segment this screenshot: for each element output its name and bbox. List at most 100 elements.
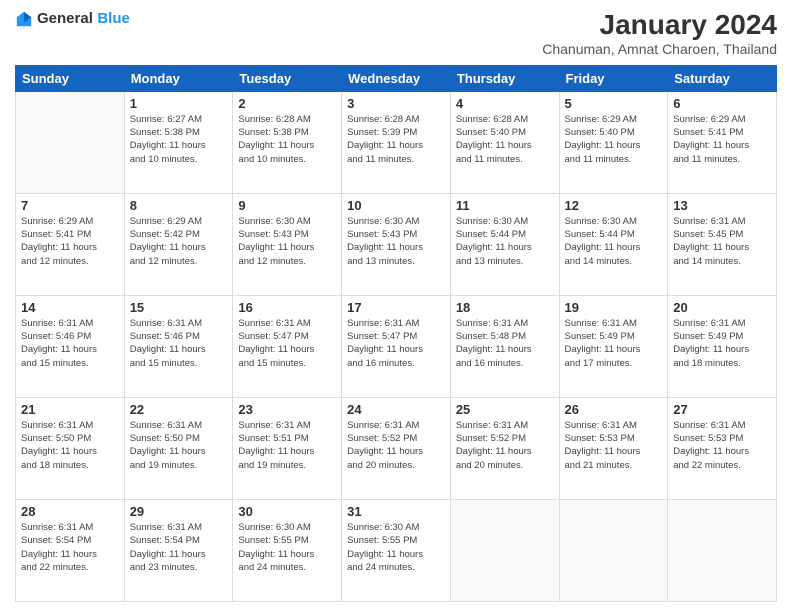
day-info: Sunrise: 6:30 AMSunset: 5:55 PMDaylight:… bbox=[238, 521, 336, 574]
day-number: 14 bbox=[21, 300, 119, 315]
calendar-cell: 5 Sunrise: 6:29 AMSunset: 5:40 PMDaylight… bbox=[559, 91, 668, 193]
calendar-cell: 1Sunrise: 6:27 AMSunset: 5:38 PMDaylight… bbox=[124, 91, 233, 193]
day-number: 17 bbox=[347, 300, 445, 315]
day-number: 16 bbox=[238, 300, 336, 315]
header-sunday: Sunday bbox=[16, 65, 125, 91]
day-number: 1 bbox=[130, 96, 228, 111]
header: General Blue January 2024 Chanuman, Amna… bbox=[15, 10, 777, 57]
logo-general: General bbox=[37, 10, 93, 27]
calendar-week-row-3: 14 Sunrise: 6:31 AMSunset: 5:46 PMDayligh… bbox=[16, 295, 777, 397]
calendar-cell: 12 Sunrise: 6:30 AMSunset: 5:44 PMDayligh… bbox=[559, 193, 668, 295]
calendar-cell: 4 Sunrise: 6:28 AMSunset: 5:40 PMDaylight… bbox=[450, 91, 559, 193]
title-area: January 2024 Chanuman, Amnat Charoen, Th… bbox=[542, 10, 777, 57]
day-info: Sunrise: 6:31 AMSunset: 5:47 PMDaylight:… bbox=[238, 317, 336, 370]
calendar-cell bbox=[668, 499, 777, 601]
calendar-cell: 23Sunrise: 6:31 AMSunset: 5:51 PMDayligh… bbox=[233, 397, 342, 499]
day-number: 18 bbox=[456, 300, 554, 315]
logo-icon bbox=[15, 10, 33, 28]
calendar-cell: 30 Sunrise: 6:30 AMSunset: 5:55 PMDayligh… bbox=[233, 499, 342, 601]
day-number: 13 bbox=[673, 198, 771, 213]
day-info: Sunrise: 6:30 AMSunset: 5:43 PMDaylight:… bbox=[347, 215, 445, 268]
calendar-table: Sunday Monday Tuesday Wednesday Thursday… bbox=[15, 65, 777, 602]
day-number: 19 bbox=[565, 300, 663, 315]
day-number: 27 bbox=[673, 402, 771, 417]
day-number: 9 bbox=[238, 198, 336, 213]
calendar-cell: 15 Sunrise: 6:31 AMSunset: 5:46 PMDayligh… bbox=[124, 295, 233, 397]
day-info: Sunrise: 6:28 AMSunset: 5:39 PMDaylight:… bbox=[347, 113, 445, 166]
calendar-week-row-4: 21Sunrise: 6:31 AMSunset: 5:50 PMDayligh… bbox=[16, 397, 777, 499]
calendar-cell: 7Sunrise: 6:29 AMSunset: 5:41 PMDaylight… bbox=[16, 193, 125, 295]
calendar-cell: 9Sunrise: 6:30 AMSunset: 5:43 PMDaylight… bbox=[233, 193, 342, 295]
day-info: Sunrise: 6:29 AMSunset: 5:42 PMDaylight:… bbox=[130, 215, 228, 268]
calendar-cell: 14 Sunrise: 6:31 AMSunset: 5:46 PMDayligh… bbox=[16, 295, 125, 397]
calendar-cell: 29Sunrise: 6:31 AMSunset: 5:54 PMDayligh… bbox=[124, 499, 233, 601]
day-number: 6 bbox=[673, 96, 771, 111]
day-info: Sunrise: 6:31 AMSunset: 5:53 PMDaylight:… bbox=[565, 419, 663, 472]
calendar-cell: 17 Sunrise: 6:31 AMSunset: 5:47 PMDayligh… bbox=[342, 295, 451, 397]
calendar-cell: 10 Sunrise: 6:30 AMSunset: 5:43 PMDayligh… bbox=[342, 193, 451, 295]
day-number: 26 bbox=[565, 402, 663, 417]
calendar-cell: 28 Sunrise: 6:31 AMSunset: 5:54 PMDayligh… bbox=[16, 499, 125, 601]
day-number: 30 bbox=[238, 504, 336, 519]
calendar-week-row-1: 1Sunrise: 6:27 AMSunset: 5:38 PMDaylight… bbox=[16, 91, 777, 193]
day-info: Sunrise: 6:31 AMSunset: 5:46 PMDaylight:… bbox=[21, 317, 119, 370]
day-info: Sunrise: 6:29 AMSunset: 5:40 PMDaylight:… bbox=[565, 113, 663, 166]
day-info: Sunrise: 6:28 AMSunset: 5:40 PMDaylight:… bbox=[456, 113, 554, 166]
day-number: 3 bbox=[347, 96, 445, 111]
day-number: 10 bbox=[347, 198, 445, 213]
calendar-cell: 16 Sunrise: 6:31 AMSunset: 5:47 PMDayligh… bbox=[233, 295, 342, 397]
logo: General Blue bbox=[15, 10, 130, 28]
day-info: Sunrise: 6:31 AMSunset: 5:48 PMDaylight:… bbox=[456, 317, 554, 370]
day-number: 4 bbox=[456, 96, 554, 111]
header-friday: Friday bbox=[559, 65, 668, 91]
day-number: 7 bbox=[21, 198, 119, 213]
main-title: January 2024 bbox=[542, 10, 777, 41]
calendar-cell: 13Sunrise: 6:31 AMSunset: 5:45 PMDayligh… bbox=[668, 193, 777, 295]
day-info: Sunrise: 6:31 AMSunset: 5:47 PMDaylight:… bbox=[347, 317, 445, 370]
calendar-cell: 26 Sunrise: 6:31 AMSunset: 5:53 PMDayligh… bbox=[559, 397, 668, 499]
calendar-cell: 6 Sunrise: 6:29 AMSunset: 5:41 PMDaylight… bbox=[668, 91, 777, 193]
calendar-cell: 25Sunrise: 6:31 AMSunset: 5:52 PMDayligh… bbox=[450, 397, 559, 499]
calendar-cell: 20 Sunrise: 6:31 AMSunset: 5:49 PMDayligh… bbox=[668, 295, 777, 397]
header-tuesday: Tuesday bbox=[233, 65, 342, 91]
day-number: 24 bbox=[347, 402, 445, 417]
day-number: 5 bbox=[565, 96, 663, 111]
day-number: 15 bbox=[130, 300, 228, 315]
day-info: Sunrise: 6:31 AMSunset: 5:49 PMDaylight:… bbox=[565, 317, 663, 370]
weekday-header-row: Sunday Monday Tuesday Wednesday Thursday… bbox=[16, 65, 777, 91]
day-info: Sunrise: 6:31 AMSunset: 5:50 PMDaylight:… bbox=[21, 419, 119, 472]
day-number: 11 bbox=[456, 198, 554, 213]
day-number: 20 bbox=[673, 300, 771, 315]
calendar-cell bbox=[16, 91, 125, 193]
calendar-cell: 27Sunrise: 6:31 AMSunset: 5:53 PMDayligh… bbox=[668, 397, 777, 499]
calendar-cell: 21Sunrise: 6:31 AMSunset: 5:50 PMDayligh… bbox=[16, 397, 125, 499]
day-number: 31 bbox=[347, 504, 445, 519]
calendar-cell: 8Sunrise: 6:29 AMSunset: 5:42 PMDaylight… bbox=[124, 193, 233, 295]
calendar-week-row-5: 28 Sunrise: 6:31 AMSunset: 5:54 PMDayligh… bbox=[16, 499, 777, 601]
logo-blue: Blue bbox=[97, 10, 130, 27]
calendar-week-row-2: 7Sunrise: 6:29 AMSunset: 5:41 PMDaylight… bbox=[16, 193, 777, 295]
day-info: Sunrise: 6:31 AMSunset: 5:49 PMDaylight:… bbox=[673, 317, 771, 370]
day-info: Sunrise: 6:29 AMSunset: 5:41 PMDaylight:… bbox=[673, 113, 771, 166]
day-info: Sunrise: 6:30 AMSunset: 5:44 PMDaylight:… bbox=[456, 215, 554, 268]
day-info: Sunrise: 6:31 AMSunset: 5:52 PMDaylight:… bbox=[347, 419, 445, 472]
day-info: Sunrise: 6:30 AMSunset: 5:55 PMDaylight:… bbox=[347, 521, 445, 574]
header-wednesday: Wednesday bbox=[342, 65, 451, 91]
calendar-cell: 31 Sunrise: 6:30 AMSunset: 5:55 PMDayligh… bbox=[342, 499, 451, 601]
calendar-cell: 22Sunrise: 6:31 AMSunset: 5:50 PMDayligh… bbox=[124, 397, 233, 499]
day-number: 29 bbox=[130, 504, 228, 519]
header-thursday: Thursday bbox=[450, 65, 559, 91]
day-number: 28 bbox=[21, 504, 119, 519]
calendar-cell: 3 Sunrise: 6:28 AMSunset: 5:39 PMDaylight… bbox=[342, 91, 451, 193]
header-monday: Monday bbox=[124, 65, 233, 91]
day-info: Sunrise: 6:30 AMSunset: 5:44 PMDaylight:… bbox=[565, 215, 663, 268]
day-info: Sunrise: 6:31 AMSunset: 5:51 PMDaylight:… bbox=[238, 419, 336, 472]
day-number: 25 bbox=[456, 402, 554, 417]
calendar-cell: 19 Sunrise: 6:31 AMSunset: 5:49 PMDayligh… bbox=[559, 295, 668, 397]
day-info: Sunrise: 6:31 AMSunset: 5:46 PMDaylight:… bbox=[130, 317, 228, 370]
day-info: Sunrise: 6:31 AMSunset: 5:54 PMDaylight:… bbox=[21, 521, 119, 574]
calendar-cell bbox=[450, 499, 559, 601]
page: General Blue January 2024 Chanuman, Amna… bbox=[0, 0, 792, 612]
calendar-cell: 24 Sunrise: 6:31 AMSunset: 5:52 PMDayligh… bbox=[342, 397, 451, 499]
day-number: 12 bbox=[565, 198, 663, 213]
